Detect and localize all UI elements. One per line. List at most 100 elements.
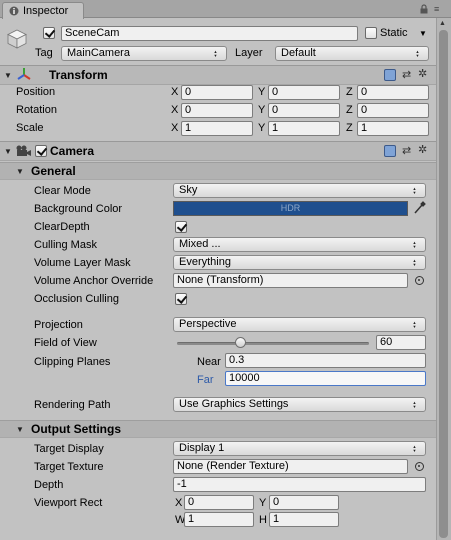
rotation-y-field[interactable]: 0 (268, 103, 340, 118)
settings-gear-icon[interactable]: ✲ (418, 67, 427, 80)
preset-icon[interactable]: ⇄ (402, 68, 411, 81)
camera-enabled-checkbox[interactable] (35, 145, 47, 157)
object-picker-icon[interactable] (415, 276, 424, 285)
position-z-label[interactable]: Z (346, 86, 353, 98)
foldout-arrow-icon[interactable]: ▼ (16, 167, 24, 176)
viewport-y-field[interactable]: 0 (269, 495, 339, 510)
tag-value: MainCamera (67, 47, 130, 59)
rendering-path-dropdown[interactable]: Use Graphics Settings (173, 397, 426, 412)
occlusion-culling-checkbox[interactable] (175, 293, 187, 305)
projection-value: Perspective (179, 318, 237, 330)
clipping-planes-label: Clipping Planes (34, 356, 111, 368)
volume-layer-mask-label: Volume Layer Mask (34, 257, 131, 269)
object-picker-icon[interactable] (415, 462, 424, 471)
volume-layer-mask-value: Everything (179, 256, 231, 268)
rotation-x-field[interactable]: 0 (181, 103, 253, 118)
viewport-x-field[interactable]: 0 (184, 495, 254, 510)
background-color-label: Background Color (34, 203, 123, 215)
volume-anchor-override-field[interactable]: None (Transform) (173, 273, 408, 288)
target-texture-label: Target Texture (34, 461, 104, 473)
general-title: General (31, 164, 76, 178)
target-display-label: Target Display (34, 443, 104, 455)
culling-mask-dropdown[interactable]: Mixed ... (173, 237, 426, 252)
volume-anchor-override-label: Volume Anchor Override (34, 275, 154, 287)
viewport-w-field[interactable]: 1 (184, 512, 254, 527)
help-book-icon[interactable] (384, 69, 396, 81)
field-of-view-slider-thumb[interactable] (235, 337, 247, 348)
field-of-view-label: Field of View (34, 337, 97, 349)
position-y-label[interactable]: Y (258, 86, 265, 98)
near-clip-field[interactable]: 0.3 (225, 353, 426, 368)
eyedropper-icon[interactable] (413, 201, 426, 215)
info-icon (9, 6, 19, 16)
viewport-h-field[interactable]: 1 (269, 512, 339, 527)
tag-label: Tag (35, 47, 53, 59)
scrollbar-thumb[interactable] (439, 30, 448, 538)
foldout-arrow-icon[interactable]: ▼ (4, 147, 12, 156)
scale-label: Scale (16, 122, 44, 134)
menu-icon[interactable]: ≡ (434, 5, 439, 14)
depth-field[interactable]: -1 (173, 477, 426, 492)
viewport-x-label[interactable]: X (175, 497, 182, 509)
position-x-label[interactable]: X (171, 86, 178, 98)
position-x-field[interactable]: 0 (181, 85, 253, 100)
help-book-icon[interactable] (384, 145, 396, 157)
rendering-path-value: Use Graphics Settings (179, 398, 289, 410)
clear-depth-checkbox[interactable] (175, 221, 187, 233)
field-of-view-field[interactable]: 60 (376, 335, 426, 350)
near-label[interactable]: Near (197, 356, 221, 368)
far-label[interactable]: Far (197, 374, 214, 386)
lock-icon[interactable] (420, 4, 428, 14)
clear-mode-dropdown[interactable]: Sky (173, 183, 426, 198)
camera-title: Camera (50, 144, 95, 158)
projection-dropdown[interactable]: Perspective (173, 317, 426, 332)
viewport-rect-label: Viewport Rect (34, 497, 103, 509)
scroll-up-arrow-icon[interactable]: ▲ (439, 20, 446, 27)
rotation-z-label[interactable]: Z (346, 104, 353, 116)
tab-inspector[interactable]: Inspector (2, 2, 84, 19)
active-checkbox[interactable] (43, 27, 55, 39)
layer-value: Default (281, 47, 316, 59)
position-y-field[interactable]: 0 (268, 85, 340, 100)
field-of-view-slider[interactable] (177, 342, 369, 345)
output-settings-title: Output Settings (31, 422, 121, 436)
depth-label: Depth (34, 479, 64, 491)
scale-z-label[interactable]: Z (346, 122, 353, 134)
background-color-swatch[interactable]: HDR (173, 201, 408, 216)
far-clip-field[interactable]: 10000 (225, 371, 426, 386)
static-dropdown-arrow-icon[interactable]: ▼ (419, 29, 427, 38)
occlusion-culling-label: Occlusion Culling (34, 293, 119, 305)
clear-mode-label: Clear Mode (34, 185, 91, 197)
object-name-field[interactable]: SceneCam (61, 26, 358, 41)
volume-layer-mask-dropdown[interactable]: Everything (173, 255, 426, 270)
clear-depth-label: ClearDepth (34, 221, 90, 233)
preset-icon[interactable]: ⇄ (402, 144, 411, 157)
rotation-x-label[interactable]: X (171, 104, 178, 116)
tag-dropdown[interactable]: MainCamera (61, 46, 227, 61)
rotation-z-field[interactable]: 0 (357, 103, 429, 118)
settings-gear-icon[interactable]: ✲ (418, 143, 427, 156)
layer-label: Layer (235, 47, 263, 59)
clear-mode-value: Sky (179, 184, 198, 196)
tab-title: Inspector (23, 5, 69, 17)
projection-label: Projection (34, 319, 83, 331)
target-display-value: Display 1 (179, 442, 225, 454)
target-texture-field[interactable]: None (Render Texture) (173, 459, 408, 474)
gameobject-cube-icon (7, 29, 27, 49)
position-z-field[interactable]: 0 (357, 85, 429, 100)
rotation-y-label[interactable]: Y (258, 104, 265, 116)
scale-x-label[interactable]: X (171, 122, 178, 134)
static-checkbox[interactable] (365, 27, 377, 39)
scale-y-label[interactable]: Y (258, 122, 265, 134)
scale-y-field[interactable]: 1 (268, 121, 340, 136)
foldout-arrow-icon[interactable]: ▼ (4, 71, 12, 80)
rotation-label: Rotation (16, 104, 57, 116)
viewport-y-label[interactable]: Y (259, 497, 266, 509)
scale-z-field[interactable]: 1 (357, 121, 429, 136)
foldout-arrow-icon[interactable]: ▼ (16, 425, 24, 434)
layer-dropdown[interactable]: Default (275, 46, 429, 61)
viewport-h-label[interactable]: H (259, 514, 267, 526)
target-display-dropdown[interactable]: Display 1 (173, 441, 426, 456)
scale-x-field[interactable]: 1 (181, 121, 253, 136)
rendering-path-label: Rendering Path (34, 399, 111, 411)
